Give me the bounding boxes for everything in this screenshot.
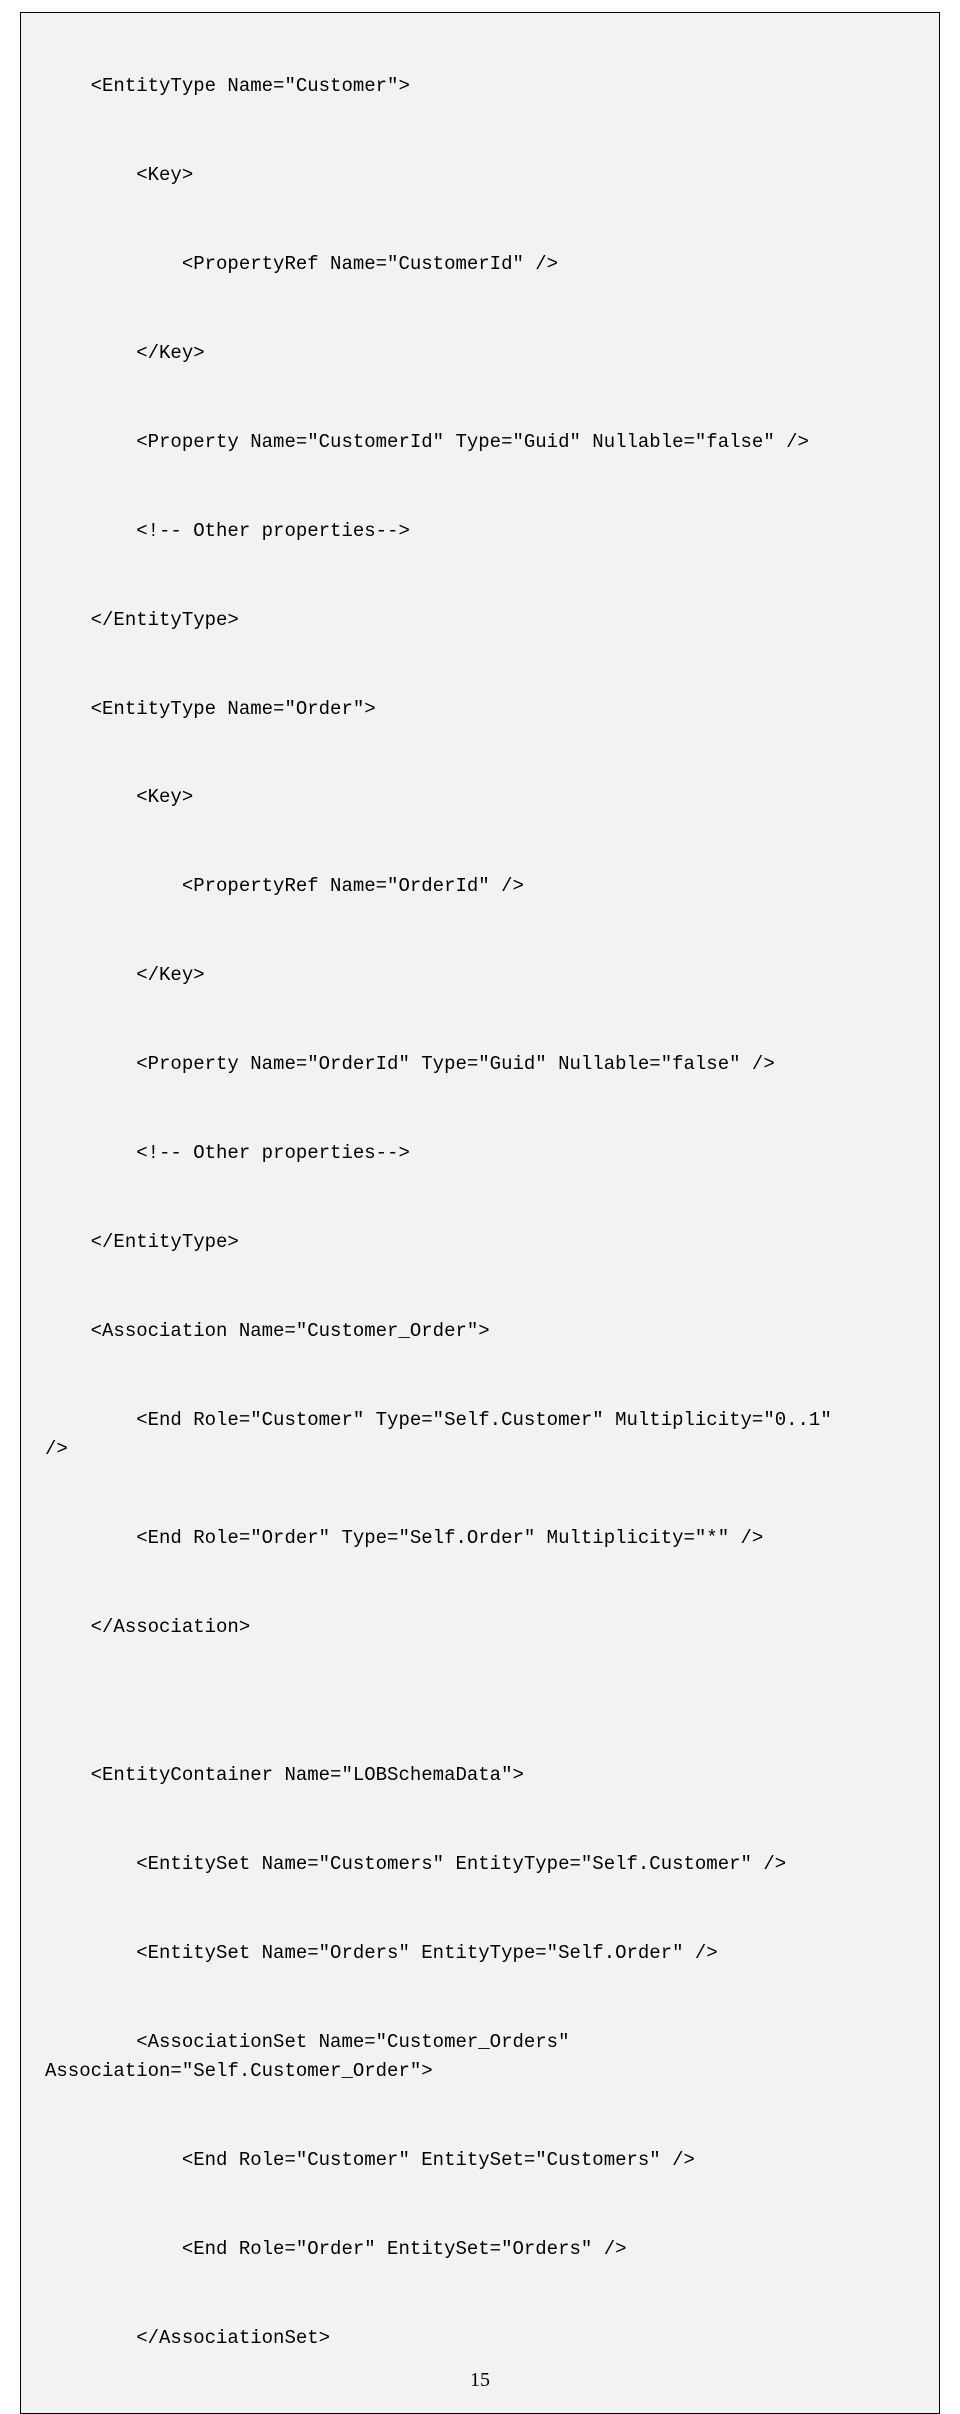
code-line: <PropertyRef Name="OrderId" />: [45, 875, 524, 897]
code-line: />: [45, 1438, 68, 1460]
code-block: <EntityType Name="Customer"> <Key> <Prop…: [20, 12, 940, 2414]
blank-line: [45, 902, 915, 932]
blank-line: [45, 102, 915, 132]
code-line: Association="Self.Customer_Order">: [45, 2060, 433, 2082]
code-line: <End Role="Order" EntitySet="Orders" />: [45, 2238, 627, 2260]
blank-line: [45, 1346, 915, 1376]
code-line: <Property Name="OrderId" Type="Guid" Nul…: [45, 1053, 775, 1075]
code-line: <EntityType Name="Customer">: [45, 75, 410, 97]
blank-line: [45, 724, 915, 754]
blank-line: [45, 191, 915, 221]
code-line: </EntityType>: [45, 609, 239, 631]
code-line: <Key>: [45, 164, 193, 186]
blank-line: [45, 2087, 915, 2117]
blank-line: [45, 1879, 915, 1909]
page: <EntityType Name="Customer"> <Key> <Prop…: [0, 0, 960, 2414]
blank-line: [45, 546, 915, 576]
blank-line: [45, 2175, 915, 2205]
blank-line: [45, 2264, 915, 2294]
code-line: <EntityContainer Name="LOBSchemaData">: [45, 1764, 524, 1786]
blank-line: [45, 1968, 915, 1998]
code-line: <!-- Other properties-->: [45, 1142, 410, 1164]
code-line: <End Role="Customer" EntitySet="Customer…: [45, 2149, 695, 2171]
blank-line: [45, 369, 915, 399]
code-line: <!-- Other properties-->: [45, 520, 410, 542]
code-line: <Property Name="CustomerId" Type="Guid" …: [45, 431, 809, 453]
code-line: <End Role="Customer" Type="Self.Customer…: [45, 1409, 832, 1431]
code-line: <EntityType Name="Order">: [45, 698, 376, 720]
page-number: 15: [0, 2369, 960, 2392]
blank-line: [45, 280, 915, 310]
blank-line: [45, 1642, 915, 1672]
blank-line: [45, 1553, 915, 1583]
code-line: <Key>: [45, 786, 193, 808]
code-line: </AssociationSet>: [45, 2327, 330, 2349]
blank-line: [45, 1168, 915, 1198]
blank-line: [45, 1791, 915, 1821]
code-line: </Key>: [45, 964, 205, 986]
code-line: </EntityType>: [45, 1231, 239, 1253]
blank-line: [45, 1702, 915, 1732]
blank-line: [45, 1080, 915, 1110]
code-line: <EntitySet Name="Customers" EntityType="…: [45, 1853, 786, 1875]
code-line: <PropertyRef Name="CustomerId" />: [45, 253, 558, 275]
code-line: </Association>: [45, 1616, 250, 1638]
blank-line: [45, 457, 915, 487]
blank-line: [45, 813, 915, 843]
blank-line: [45, 991, 915, 1021]
code-line: <End Role="Order" Type="Self.Order" Mult…: [45, 1527, 763, 1549]
blank-line: [45, 1257, 915, 1287]
blank-line: [45, 635, 915, 665]
code-line: <Association Name="Customer_Order">: [45, 1320, 490, 1342]
code-line: <EntitySet Name="Orders" EntityType="Sel…: [45, 1942, 718, 1964]
blank-line: [45, 1464, 915, 1494]
code-line: </Key>: [45, 342, 205, 364]
code-line: <AssociationSet Name="Customer_Orders": [45, 2031, 570, 2053]
